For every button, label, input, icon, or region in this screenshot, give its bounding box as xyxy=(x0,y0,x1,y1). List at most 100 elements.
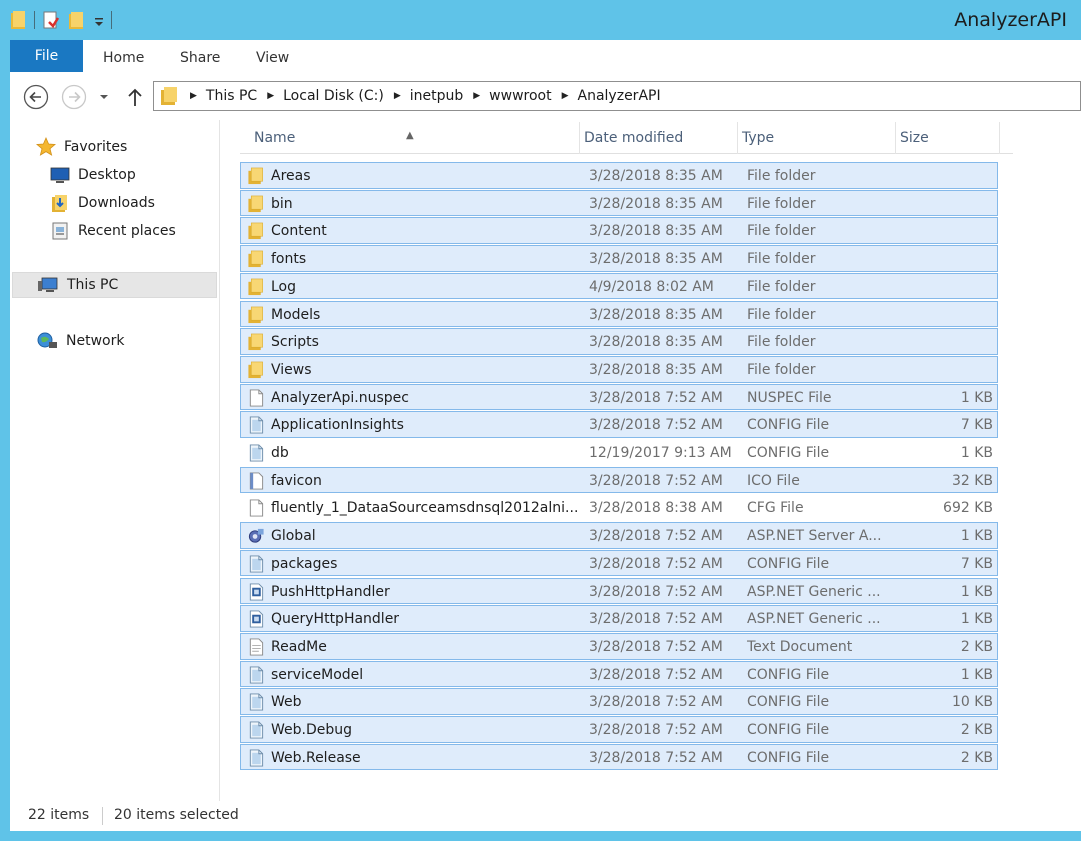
file-row[interactable]: QueryHttpHandler 3/28/2018 7:52 AM ASP.NET… xyxy=(240,605,998,632)
file-row[interactable]: ApplicationInsights 3/28/2018 7:52 AM CONF… xyxy=(240,411,998,438)
breadcrumb-wwwroot[interactable]: wwwroot xyxy=(489,88,551,104)
breadcrumb-separator-icon[interactable]: ▶ xyxy=(267,91,274,101)
tab-share[interactable]: Share xyxy=(180,40,220,72)
breadcrumb-separator-icon[interactable]: ▶ xyxy=(190,91,197,101)
file-row[interactable]: Models 3/28/2018 8:35 AM File folder xyxy=(240,300,998,328)
computer-icon xyxy=(38,277,58,292)
file-name: ApplicationInsights xyxy=(271,417,404,434)
folder-icon xyxy=(248,306,263,323)
file-size xyxy=(901,274,993,300)
column-header-type[interactable]: Type xyxy=(738,122,896,154)
file-name: Web xyxy=(271,694,302,711)
customize-toolbar-dropdown-icon[interactable] xyxy=(93,10,105,30)
file-size: 10 KB xyxy=(951,694,993,711)
folder-icon xyxy=(248,278,263,295)
file-size xyxy=(901,246,993,272)
file-row[interactable]: Web.Release 3/28/2018 7:52 AM CONFIG File 2… xyxy=(240,743,998,771)
file-row[interactable]: packages 3/28/2018 7:52 AM CONFIG File 7 KB xyxy=(240,549,998,577)
file-size xyxy=(901,191,993,217)
column-date-label: Date modified xyxy=(584,130,684,146)
sidebar-item-this-pc[interactable]: This PC xyxy=(12,272,217,298)
breadcrumb-separator-icon[interactable]: ▶ xyxy=(562,91,569,101)
address-bar[interactable]: ▶ This PC ▶ Local Disk (C:) ▶ inetpub ▶ … xyxy=(153,81,1081,111)
tab-file[interactable]: File xyxy=(10,40,83,72)
file-name: PushHttpHandler xyxy=(271,583,390,600)
file-row[interactable]: ReadMe 3/28/2018 7:52 AM Text Document 2 KB xyxy=(240,632,998,660)
file-name: Web.Debug xyxy=(271,722,353,738)
breadcrumb-analyzerapi[interactable]: AnalyzerAPI xyxy=(578,88,661,104)
sidebar-item-network[interactable]: Network xyxy=(36,328,124,354)
file-name: Content xyxy=(271,223,327,240)
file-row[interactable]: Web 3/28/2018 7:52 AM CONFIG File 10 KB xyxy=(240,688,998,715)
breadcrumb-separator-icon[interactable]: ▶ xyxy=(394,91,401,101)
breadcrumb-this-pc[interactable]: This PC xyxy=(206,88,257,104)
sidebar-item-favorites[interactable]: Favorites xyxy=(36,134,127,160)
file-date-modified: 3/28/2018 8:35 AM xyxy=(589,168,723,184)
file-date-modified: 3/28/2018 7:52 AM xyxy=(589,666,723,683)
tab-view[interactable]: View xyxy=(256,40,289,72)
column-header-size[interactable]: Size xyxy=(896,122,1000,154)
file-row[interactable]: Views 3/28/2018 8:35 AM File folder xyxy=(240,355,998,383)
file-type: CFG File xyxy=(747,500,804,517)
file-row[interactable]: serviceModel 3/28/2018 7:52 AM CONFIG File… xyxy=(240,660,998,688)
file-row[interactable]: Web.Debug 3/28/2018 7:52 AM CONFIG File 2 K… xyxy=(240,716,998,743)
file-size: 1 KB xyxy=(960,445,993,461)
folder-icon xyxy=(248,195,263,212)
file-type: CONFIG File xyxy=(747,749,830,766)
tab-home[interactable]: Home xyxy=(103,40,144,72)
config-file-icon xyxy=(249,721,264,739)
file-row[interactable]: fluently_1_DataaSourceamsdnsql2012alni..… xyxy=(240,494,998,521)
selected-count: 20 items selected xyxy=(114,807,239,823)
desktop-icon xyxy=(50,167,70,183)
config-file-icon xyxy=(249,666,264,684)
column-header-name[interactable]: Name ▲ xyxy=(240,122,580,154)
file-type: File folder xyxy=(747,334,816,351)
file-name: Global xyxy=(271,528,316,545)
breadcrumb-inetpub[interactable]: inetpub xyxy=(410,88,464,104)
properties-icon[interactable] xyxy=(41,10,61,30)
file-type: CONFIG File xyxy=(747,445,830,461)
file-row[interactable]: db 12/19/2017 9:13 AM CONFIG File 1 KB xyxy=(240,439,998,466)
file-name: fluently_1_DataaSourceamsdnsql2012alni..… xyxy=(271,500,579,517)
config-file-icon xyxy=(249,693,264,711)
file-row[interactable]: AnalyzerApi.nuspec 3/28/2018 7:52 AM NUSPE… xyxy=(240,383,998,411)
file-name: Views xyxy=(271,361,312,378)
breadcrumb-local-disk[interactable]: Local Disk (C:) xyxy=(283,88,384,104)
sidebar-item-desktop[interactable]: Desktop xyxy=(50,162,136,188)
file-size xyxy=(901,218,993,244)
file-date-modified: 12/19/2017 9:13 AM xyxy=(589,445,732,461)
up-arrow-icon[interactable] xyxy=(126,86,144,108)
sidebar-label: Favorites xyxy=(64,139,128,155)
file-name: db xyxy=(271,445,289,461)
file-type: File folder xyxy=(747,168,816,184)
forward-button[interactable] xyxy=(61,84,87,110)
sidebar-label: Desktop xyxy=(78,167,136,183)
file-type: ICO File xyxy=(747,472,800,489)
breadcrumb-separator-icon[interactable]: ▶ xyxy=(473,91,480,101)
new-folder-icon[interactable] xyxy=(67,10,87,30)
file-size xyxy=(901,302,993,328)
file-row[interactable]: Content 3/28/2018 8:35 AM File folder xyxy=(240,217,998,245)
file-type: File folder xyxy=(747,361,816,378)
recent-locations-dropdown-icon[interactable] xyxy=(99,93,109,101)
sidebar-item-downloads[interactable]: Downloads xyxy=(50,190,155,216)
file-type: CONFIG File xyxy=(747,694,830,711)
file-row[interactable]: bin 3/28/2018 8:35 AM File folder xyxy=(240,189,998,217)
file-row[interactable]: fonts 3/28/2018 8:35 AM File folder xyxy=(240,245,998,272)
file-row[interactable]: Global 3/28/2018 7:52 AM ASP.NET Server A.… xyxy=(240,522,998,549)
file-row[interactable]: Scripts 3/28/2018 8:35 AM File folder xyxy=(240,328,998,355)
file-row[interactable]: PushHttpHandler 3/28/2018 7:52 AM ASP.NET … xyxy=(240,577,998,605)
folder-icon xyxy=(248,250,263,268)
ribbon-tabs: File Home Share View xyxy=(10,40,1081,72)
file-row[interactable]: Log 4/9/2018 8:02 AM File folder xyxy=(240,272,998,300)
file-date-modified: 3/28/2018 7:52 AM xyxy=(589,583,723,600)
downloads-folder-icon xyxy=(52,195,67,212)
file-row[interactable]: favicon 3/28/2018 7:52 AM ICO File 32 KB xyxy=(240,466,998,494)
back-button[interactable] xyxy=(23,84,49,110)
file-row[interactable]: Areas 3/28/2018 8:35 AM File folder xyxy=(240,162,998,189)
file-name: ReadMe xyxy=(271,638,327,655)
column-header-date[interactable]: Date modified xyxy=(580,122,738,154)
file-type: NUSPEC File xyxy=(747,389,832,406)
sidebar-item-recent-places[interactable]: Recent places xyxy=(50,218,176,244)
file-name: Models xyxy=(271,306,321,323)
